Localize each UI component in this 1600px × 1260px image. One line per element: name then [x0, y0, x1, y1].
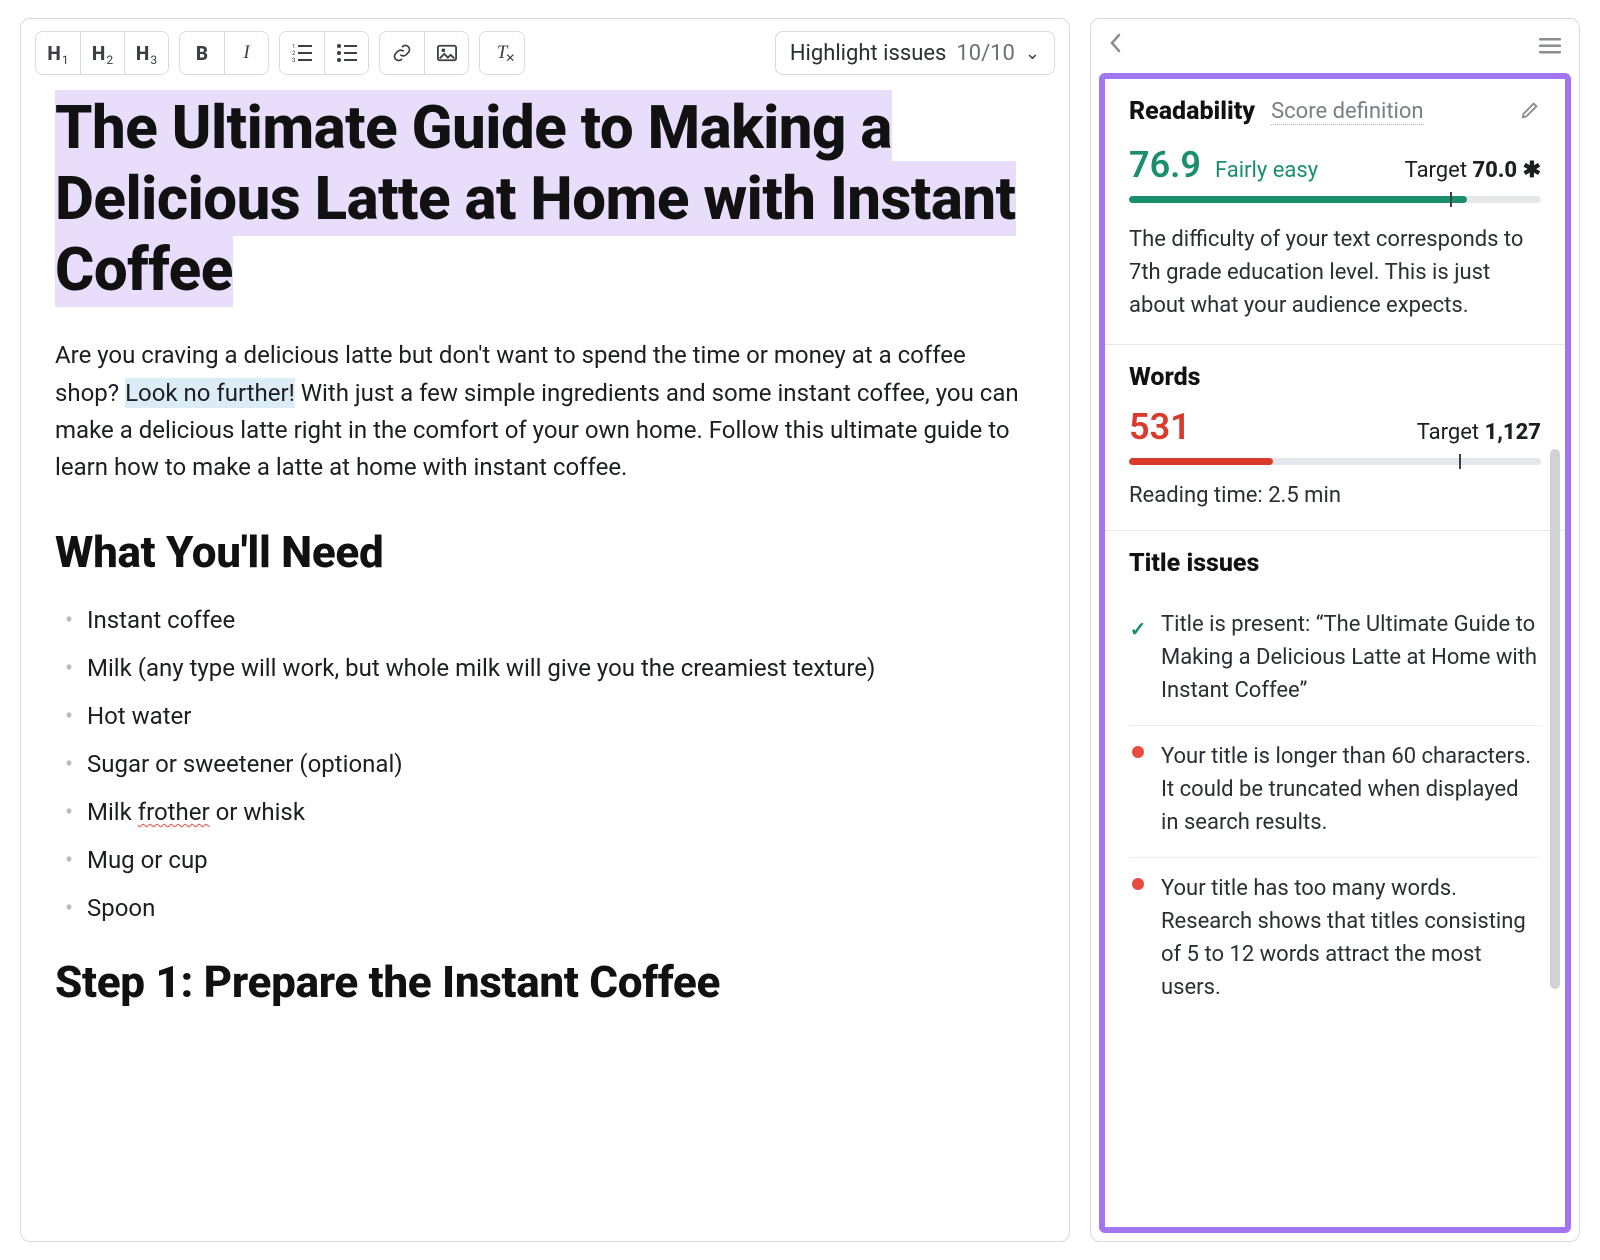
- insert-group: [379, 31, 469, 75]
- image-icon: [437, 44, 457, 62]
- scrollbar[interactable]: [1550, 449, 1560, 989]
- svg-text:3: 3: [292, 57, 295, 62]
- score-definition-link[interactable]: Score definition: [1271, 99, 1424, 125]
- image-button[interactable]: [424, 32, 468, 74]
- unordered-list-icon: [337, 44, 357, 62]
- words-count: 531: [1129, 406, 1191, 448]
- warning-dot-icon: [1129, 872, 1147, 1004]
- words-target-tick: [1459, 454, 1461, 469]
- title-issues-section: Title issues ✓ Title is present: “The Ul…: [1105, 531, 1565, 1030]
- list-group: 123: [279, 31, 369, 75]
- h2-button[interactable]: H2: [80, 32, 124, 74]
- words-title: Words: [1129, 363, 1541, 392]
- readability-target: Target 70.0 ✱: [1405, 158, 1541, 183]
- back-button[interactable]: [1109, 33, 1121, 59]
- readability-bar-fill: [1129, 196, 1467, 203]
- list-item[interactable]: Instant coffee: [59, 602, 1035, 638]
- ingredients-list[interactable]: Instant coffee Milk (any type will work,…: [55, 602, 1035, 926]
- words-bar-fill: [1129, 458, 1273, 465]
- chevron-left-icon: [1109, 33, 1121, 53]
- clear-format-group: T✕: [479, 31, 525, 75]
- bold-button[interactable]: B: [180, 32, 224, 74]
- readability-score-label: Fairly easy: [1215, 158, 1318, 183]
- menu-button[interactable]: [1539, 38, 1561, 54]
- words-target: Target 1,127: [1417, 420, 1541, 445]
- list-item[interactable]: Milk (any type will work, but whole milk…: [59, 650, 1035, 686]
- sidebar-content: Readability Score definition 76.9 Fairly…: [1099, 73, 1571, 1233]
- unordered-list-button[interactable]: [324, 32, 368, 74]
- issue-item: Your title is longer than 60 characters.…: [1129, 726, 1541, 858]
- reading-time: Reading time: 2.5 min: [1129, 483, 1541, 508]
- readability-section: Readability Score definition 76.9 Fairly…: [1105, 79, 1565, 345]
- heading-step-1[interactable]: Step 1: Prepare the Instant Coffee: [55, 956, 1035, 1008]
- intro-paragraph[interactable]: Are you craving a delicious latte but do…: [55, 337, 1035, 486]
- readability-title: Readability: [1129, 97, 1255, 126]
- issue-item: ✓ Title is present: “The Ultimate Guide …: [1129, 594, 1541, 726]
- editor-toolbar: H1 H2 H3 B I 123 T✕: [21, 19, 1069, 89]
- ordered-list-button[interactable]: 123: [280, 32, 324, 74]
- sidebar-header: [1091, 19, 1579, 73]
- clear-format-button[interactable]: T✕: [480, 32, 524, 74]
- h1-button[interactable]: H1: [36, 32, 80, 74]
- list-item[interactable]: Spoon: [59, 890, 1035, 926]
- ordered-list-icon: 123: [292, 44, 312, 62]
- words-section: Words 531 Target 1,127 Reading time: 2.5…: [1105, 345, 1565, 531]
- title-highlight: The Ultimate Guide to Making a Delicious…: [55, 90, 1016, 307]
- check-icon: ✓: [1129, 608, 1147, 707]
- link-icon: [392, 43, 412, 63]
- title-issues-list: ✓ Title is present: “The Ultimate Guide …: [1129, 594, 1541, 1008]
- clear-format-icon: T✕: [497, 42, 508, 64]
- issue-item: Your title has too many words. Research …: [1129, 858, 1541, 1008]
- highlight-issues-dropdown[interactable]: Highlight issues 10/10 ⌄: [775, 31, 1055, 75]
- heading-group: H1 H2 H3: [35, 31, 169, 75]
- edit-button[interactable]: [1519, 99, 1541, 125]
- sidebar-panel: Readability Score definition 76.9 Fairly…: [1090, 18, 1580, 1242]
- list-item[interactable]: Hot water: [59, 698, 1035, 734]
- title-issues-heading: Title issues: [1129, 549, 1541, 578]
- document-body[interactable]: The Ultimate Guide to Making a Delicious…: [21, 89, 1069, 1038]
- warning-dot-icon: [1129, 740, 1147, 839]
- spell-error: frother: [138, 798, 210, 826]
- italic-button[interactable]: I: [224, 32, 268, 74]
- readability-target-tick: [1450, 192, 1452, 207]
- heading-what-you-need[interactable]: What You'll Need: [55, 526, 1035, 578]
- h3-button[interactable]: H3: [124, 32, 168, 74]
- readability-bar: [1129, 196, 1541, 203]
- pencil-icon: [1519, 99, 1541, 121]
- words-bar: [1129, 458, 1541, 465]
- highlight-issues-label: Highlight issues: [790, 41, 947, 66]
- editor-panel: H1 H2 H3 B I 123 T✕: [20, 18, 1070, 1242]
- link-button[interactable]: [380, 32, 424, 74]
- readability-score: 76.9: [1129, 144, 1201, 186]
- list-item[interactable]: Sugar or sweetener (optional): [59, 746, 1035, 782]
- intro-highlight: Look no further!: [125, 378, 295, 408]
- svg-text:2: 2: [292, 50, 296, 57]
- document-title[interactable]: The Ultimate Guide to Making a Delicious…: [55, 93, 1035, 305]
- highlight-issues-count: 10/10: [956, 41, 1015, 66]
- list-item[interactable]: Milk frother or whisk: [59, 794, 1035, 830]
- list-item[interactable]: Mug or cup: [59, 842, 1035, 878]
- readability-description: The difficulty of your text corresponds …: [1129, 223, 1541, 322]
- menu-icon: [1539, 38, 1561, 54]
- chevron-down-icon: ⌄: [1025, 43, 1040, 64]
- style-group: B I: [179, 31, 269, 75]
